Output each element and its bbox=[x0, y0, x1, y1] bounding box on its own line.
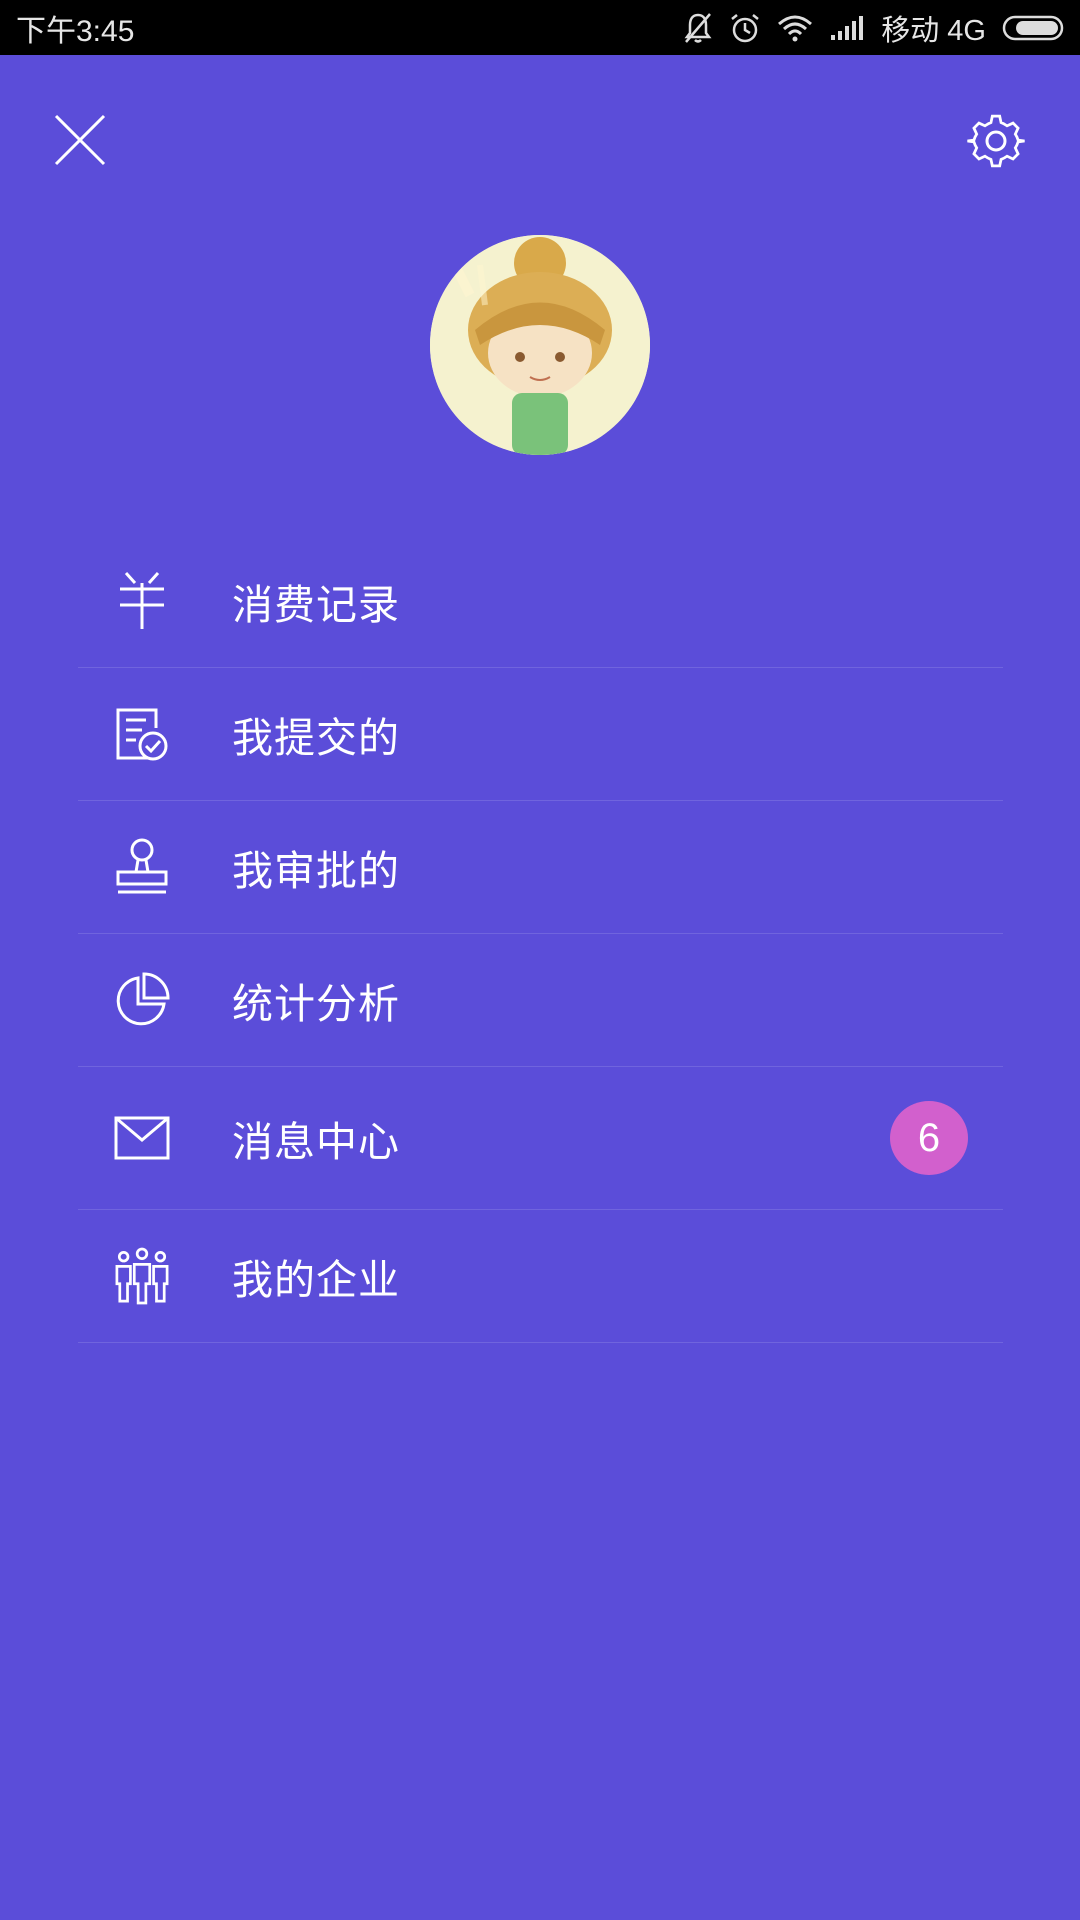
menu-item-my-enterprise[interactable]: 我的企业 bbox=[78, 1210, 1003, 1343]
menu-item-label: 我的企业 bbox=[232, 1256, 400, 1304]
menu-item-my-submissions[interactable]: 我提交的 bbox=[78, 668, 1003, 801]
menu-item-label: 消费记录 bbox=[232, 581, 400, 629]
menu-item-label: 我审批的 bbox=[232, 847, 400, 895]
close-button[interactable] bbox=[50, 110, 110, 170]
menu-item-statistics[interactable]: 统计分析 bbox=[78, 934, 1003, 1067]
menu-item-my-approvals[interactable]: 我审批的 bbox=[78, 801, 1003, 934]
signal-icon bbox=[831, 15, 864, 40]
unread-count-badge: 6 bbox=[890, 1101, 968, 1175]
wifi-icon bbox=[778, 15, 813, 41]
stamp-icon bbox=[116, 838, 168, 894]
menu-item-message-center[interactable]: 消息中心 6 bbox=[78, 1067, 1003, 1210]
settings-button[interactable] bbox=[965, 110, 1027, 172]
yuan-icon bbox=[120, 571, 164, 629]
status-icons: 移动 4G bbox=[683, 7, 1080, 49]
document-check-icon bbox=[116, 708, 168, 761]
battery-icon bbox=[1002, 15, 1064, 40]
mail-icon bbox=[114, 1116, 170, 1160]
carrier-label: 移动 4G bbox=[881, 14, 986, 47]
close-icon bbox=[54, 114, 106, 166]
team-icon bbox=[115, 1247, 169, 1305]
menu-item-label: 我提交的 bbox=[232, 714, 400, 762]
gear-icon bbox=[967, 114, 1025, 168]
bell-off-icon bbox=[684, 12, 712, 43]
pie-chart-icon bbox=[116, 972, 170, 1026]
menu-item-label: 统计分析 bbox=[232, 980, 400, 1028]
status-bar: 下午3:45 移动 4G bbox=[0, 0, 1080, 55]
avatar-image bbox=[430, 235, 650, 455]
avatar[interactable] bbox=[430, 235, 650, 455]
menu-item-label: 消息中心 bbox=[232, 1118, 400, 1166]
status-time: 下午3:45 bbox=[16, 14, 135, 48]
menu-item-consumption-records[interactable]: 消费记录 bbox=[78, 535, 1003, 668]
menu-list: 消费记录 我提交的 我审批的 统计分析 消息中心 6 我的企业 bbox=[78, 535, 1003, 1343]
alarm-icon bbox=[731, 13, 760, 42]
